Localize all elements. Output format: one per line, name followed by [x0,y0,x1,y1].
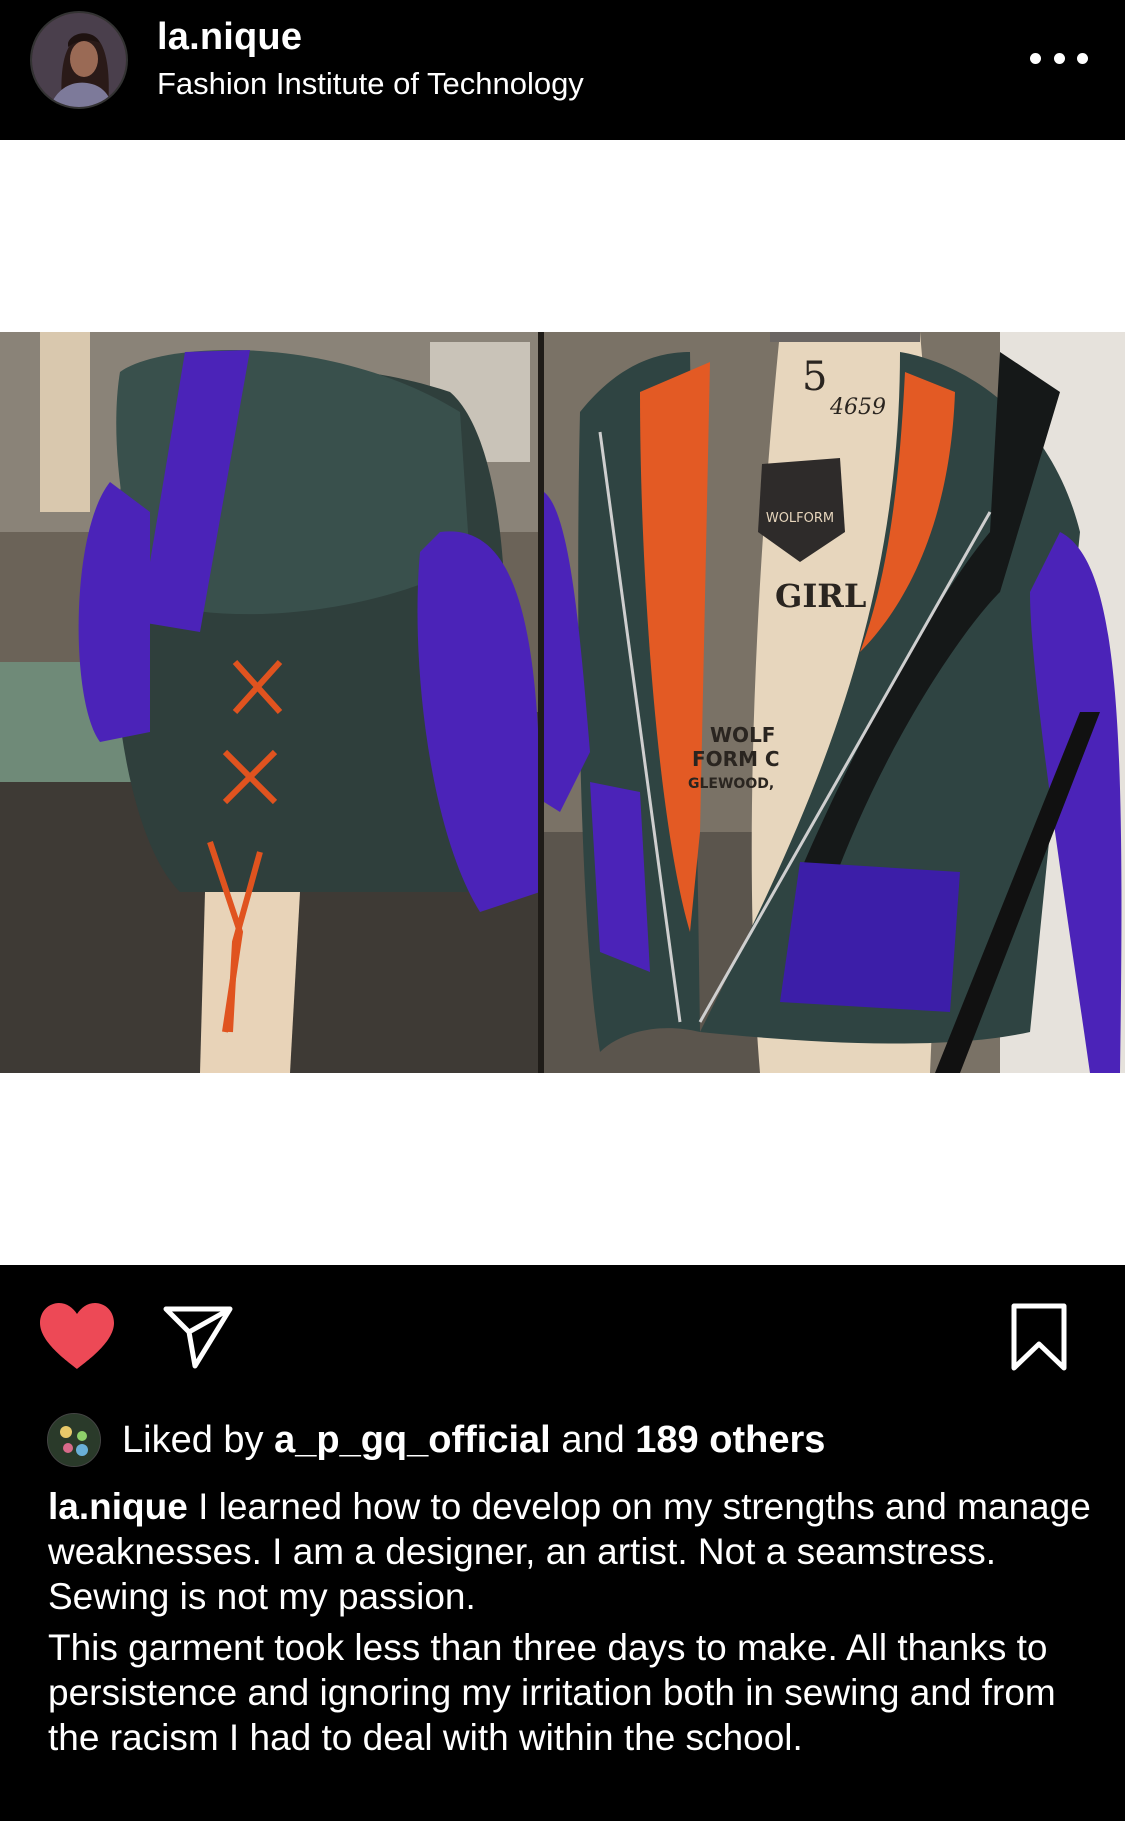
likes-others-count[interactable]: 189 others [635,1419,825,1462]
post-caption: la.nique I learned how to develop on my … [48,1484,1098,1760]
paper-plane-icon[interactable] [163,1305,233,1369]
likes-row[interactable]: Liked by a_p_gq_official and 189 others [47,1413,825,1467]
bookmark-icon[interactable] [1010,1302,1068,1372]
post-location[interactable]: Fashion Institute of Technology [157,66,584,102]
mannequin-serial-number: 4659 [829,395,886,420]
caption-paragraph-1: la.nique I learned how to develop on my … [48,1484,1098,1619]
mannequin-maker-line-2: FORM C [692,747,780,771]
post-photo[interactable]: 5 4659 WOLFORM GIRL WOLF FORM C GLEWOOD, [0,332,1125,1073]
caption-text-1: I learned how to develop on my strengths… [48,1486,1091,1617]
post-header: la.nique Fashion Institute of Technology [0,0,1125,140]
dot [1053,52,1065,64]
mannequin-maker-line-3: GLEWOOD, [688,776,774,792]
heart-icon[interactable] [40,1303,114,1371]
post-media[interactable]: 5 4659 WOLFORM GIRL WOLF FORM C GLEWOOD, [0,140,1125,1265]
dot [1077,52,1088,64]
post-username[interactable]: la.nique [157,16,302,59]
action-bar [0,1265,1125,1405]
more-options-icon[interactable] [1030,40,1088,76]
caption-author[interactable]: la.nique [48,1486,188,1527]
profile-avatar[interactable] [30,11,128,109]
likes-prefix: Liked by [122,1418,264,1461]
mannequin-label-text: GIRL [775,577,866,615]
liker-username[interactable]: a_p_gq_official [274,1419,551,1462]
dot [1030,52,1041,64]
mannequin-maker-line-1: WOLF [710,723,775,747]
mannequin-size-number: 5 [802,354,827,400]
caption-paragraph-2: This garment took less than three days t… [48,1627,1056,1758]
mannequin-badge-text: WOLFORM [766,511,834,526]
likes-connector: and [561,1418,625,1461]
liker-avatar[interactable] [47,1413,101,1467]
